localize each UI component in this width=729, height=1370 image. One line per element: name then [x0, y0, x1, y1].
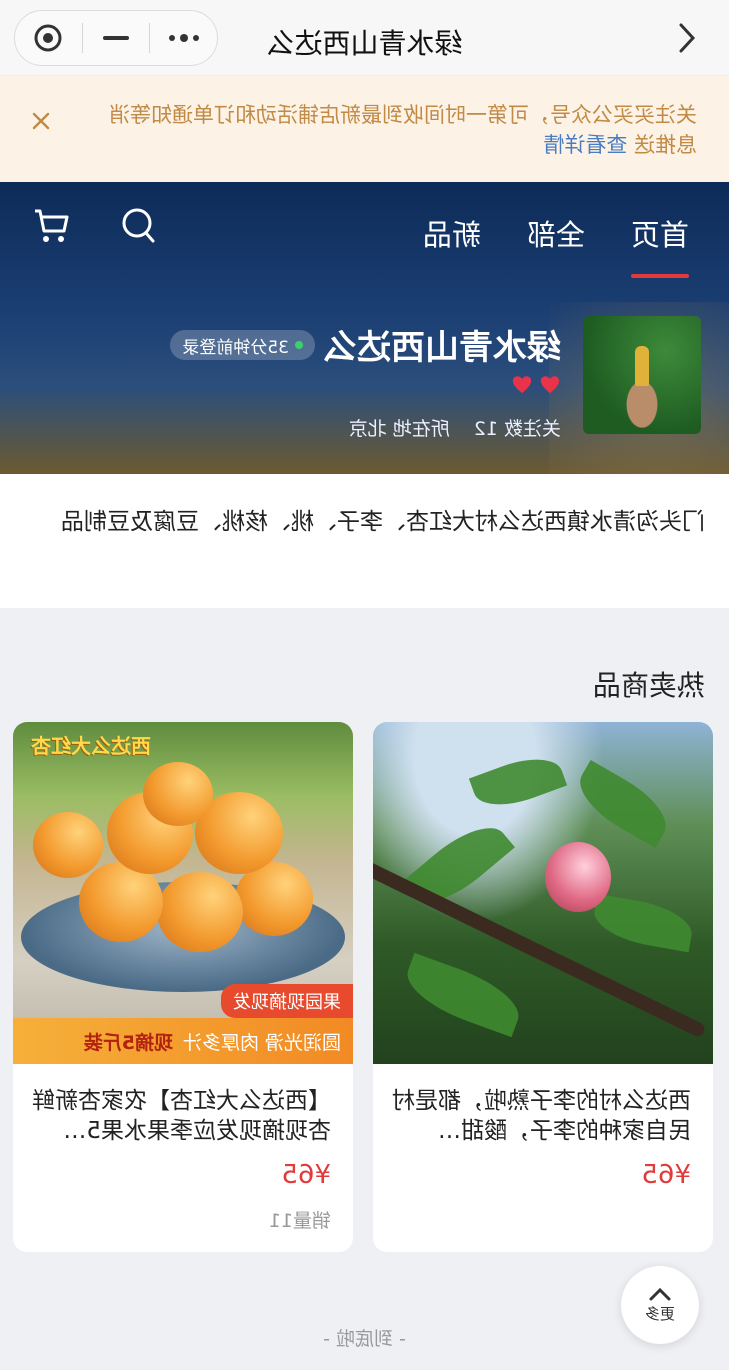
- apricot-shape: [33, 812, 103, 878]
- login-status-text: 35分钟前登录: [182, 337, 289, 358]
- capsule-divider: [149, 23, 151, 53]
- notice-close-button[interactable]: [26, 106, 56, 136]
- statue-shape: [635, 346, 649, 386]
- capsule-divider: [81, 23, 83, 53]
- more-dots-icon: [168, 34, 199, 42]
- chevron-up-icon: [649, 1287, 671, 1300]
- search-icon: [122, 208, 155, 243]
- fruit-shape: [545, 842, 611, 912]
- product-card[interactable]: 西达么大红杏 果园现摘现发 圆润光滑 肉厚多汁 现摘5斤装 【西达么大红杏】农家…: [13, 722, 353, 1252]
- product-price: ¥65: [641, 1160, 691, 1190]
- nav-tabs: 首页 全部 新品: [423, 212, 689, 268]
- apricot-shape: [143, 762, 213, 826]
- tab-new[interactable]: 新品: [423, 212, 481, 268]
- header-icons: [30, 204, 160, 248]
- follower-count: 关注数 12: [473, 418, 561, 440]
- follow-notice: 关注买买公众号，可第一时间收到最新店铺活动和订单通知等消息推送 查看详情: [0, 76, 729, 182]
- band-feature-text: 圆润光滑 肉厚多汁: [182, 1031, 341, 1054]
- online-dot: [295, 341, 303, 349]
- shop-stats: 关注数 12 所在地 北京: [349, 414, 561, 441]
- target-icon: [34, 24, 62, 52]
- menu-capsule: [14, 10, 218, 66]
- leaf-shape: [468, 747, 568, 817]
- more-options-button[interactable]: [150, 11, 217, 65]
- search-button[interactable]: [116, 204, 160, 248]
- login-status-badge: 35分钟前登录: [170, 330, 315, 360]
- product-badge-top: 西达么大红杏: [31, 734, 151, 758]
- product-image: 西达么大红杏 果园现摘现发 圆润光滑 肉厚多汁 现摘5斤装: [13, 722, 353, 1064]
- product-card[interactable]: 西达么村的李子熟啦，都是村民自家种的李子，酸甜… ¥65: [373, 722, 713, 1252]
- product-price: ¥65: [281, 1160, 331, 1190]
- product-title: 西达么村的李子熟啦，都是村民自家种的李子，酸甜…: [392, 1088, 691, 1144]
- hot-section-title: 热卖商品: [592, 669, 705, 702]
- shop-logo[interactable]: [583, 316, 701, 434]
- minus-icon: [103, 36, 129, 40]
- more-label: 更多: [645, 1304, 676, 1323]
- cart-icon: [35, 209, 69, 242]
- heart-icon: [540, 376, 560, 394]
- product-sales: 销量11: [268, 1210, 331, 1232]
- leaf-shape: [590, 893, 696, 953]
- tab-home[interactable]: 首页: [631, 212, 689, 268]
- tab-all[interactable]: 全部: [527, 212, 585, 268]
- close-icon: [32, 112, 50, 130]
- product-image: [373, 722, 713, 1064]
- shop-description: 门头沟清水镇西达么村大红杏、李子、桃、核桃、豆腐及豆制品: [0, 474, 729, 608]
- product-badge-fresh: 果园现摘现发: [221, 984, 353, 1018]
- shop-location: 所在地 北京: [348, 418, 450, 440]
- product-feature-band: 圆润光滑 肉厚多汁 现摘5斤装: [13, 1018, 353, 1064]
- cart-button[interactable]: [30, 204, 74, 248]
- apricot-shape: [157, 872, 243, 952]
- end-of-list-text: - 到底啦 -: [323, 1328, 406, 1350]
- shop-page: 绿水青山西达么 关注买买公众号，可第一时间收到最新店铺活动和订单通知等消息推送 …: [0, 0, 729, 1370]
- minimize-button[interactable]: [83, 11, 150, 65]
- notice-detail-link[interactable]: 查看详情: [543, 133, 627, 157]
- leaf-shape: [398, 952, 528, 1038]
- shop-header: 首页 全部 新品 绿水青山西达么 35分钟前登录 关注数 12 所在地 北京: [0, 182, 729, 474]
- notice-text: 关注买买公众号，可第一时间收到最新店铺活动和订单通知等消息推送 查看详情: [97, 100, 697, 160]
- band-pack-text: 现摘5斤装: [83, 1031, 173, 1054]
- close-app-button[interactable]: [15, 11, 82, 65]
- title-bar: 绿水青山西达么: [0, 0, 729, 76]
- heart-icon: [512, 376, 532, 394]
- product-title: 【西达么大红杏】农家杏新鲜杏现摘现发应季果水果5…: [32, 1088, 331, 1144]
- leaf-shape: [568, 759, 678, 849]
- leaf-shape: [401, 812, 515, 918]
- shop-name: 绿水青山西达么: [323, 328, 561, 368]
- apricot-shape: [79, 862, 163, 942]
- rating-hearts: [511, 374, 561, 396]
